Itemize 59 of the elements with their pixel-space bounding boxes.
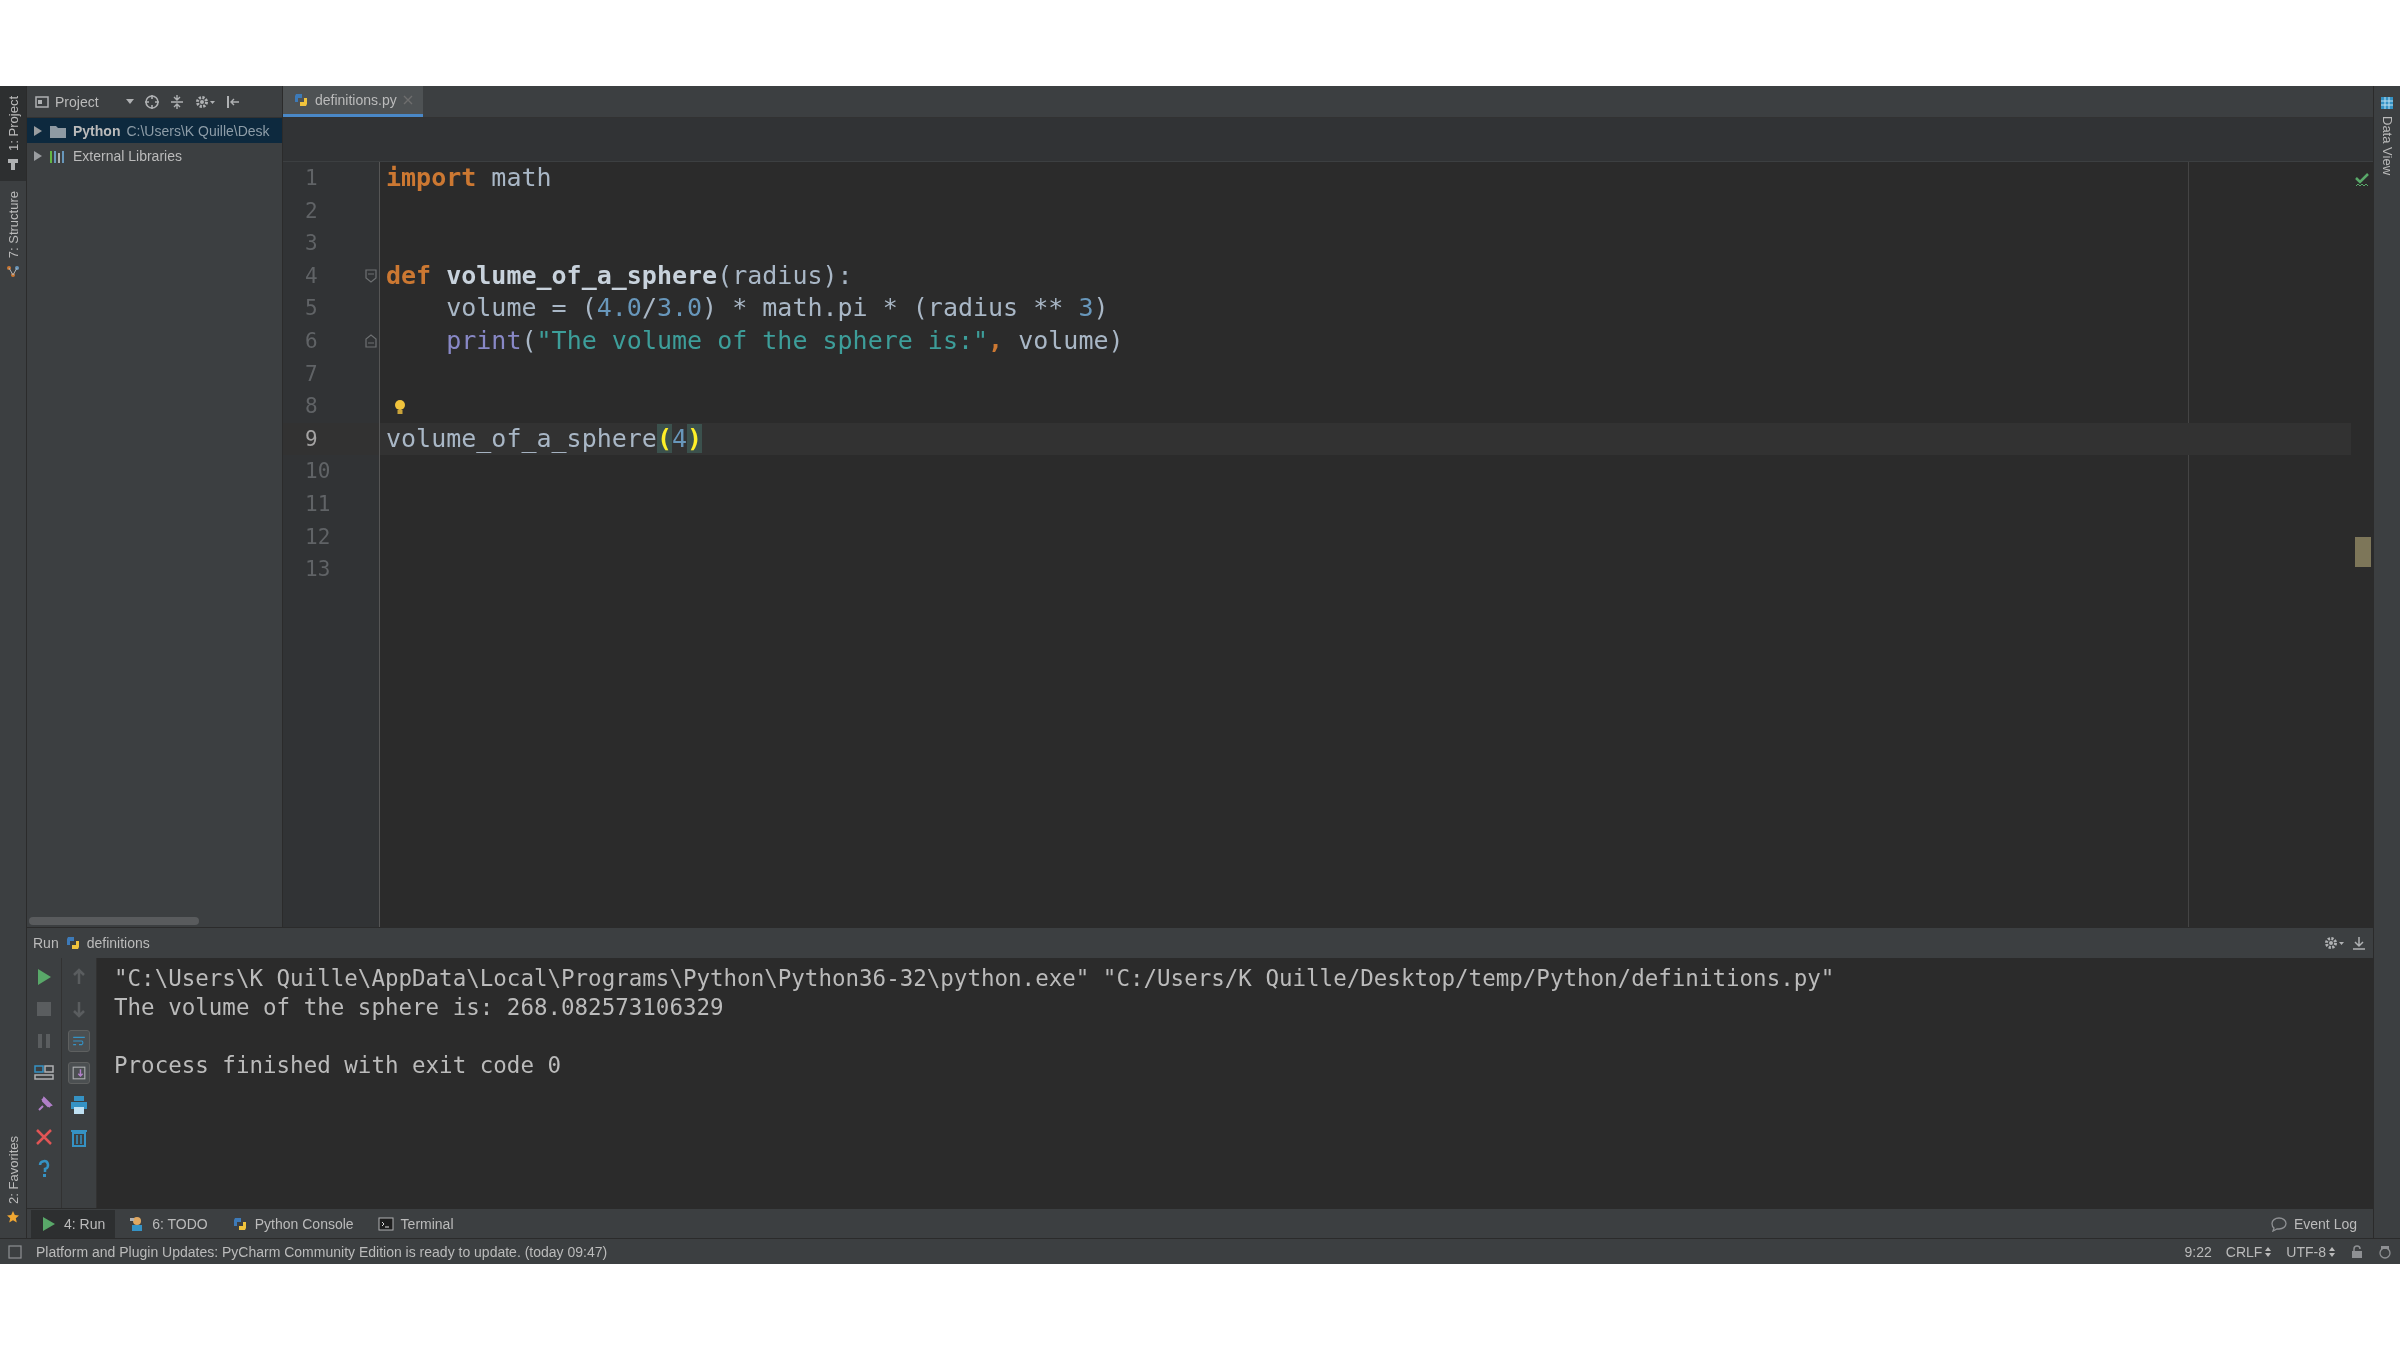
- fold-marker-icon[interactable]: [365, 268, 377, 283]
- encoding-selector[interactable]: UTF-8: [2286, 1243, 2336, 1260]
- tree-label: Python: [73, 122, 121, 139]
- grid-icon: [2380, 96, 2394, 110]
- line-separator-selector[interactable]: CRLF: [2225, 1243, 2273, 1260]
- tool-tab[interactable]: Python Console: [221, 1209, 364, 1238]
- tool-tab[interactable]: Terminal: [367, 1209, 464, 1238]
- hide-panel-icon[interactable]: [224, 93, 241, 110]
- check-icon: [2354, 172, 2370, 188]
- code-line[interactable]: def volume_of_a_sphere(radius):: [380, 259, 2351, 293]
- code-line[interactable]: volume = (4.0/3.0) * math.pi * (radius ** 3): [380, 292, 2351, 325]
- collapse-icon[interactable]: [168, 93, 185, 110]
- python-icon: [231, 1215, 248, 1232]
- target-icon[interactable]: [143, 93, 160, 110]
- tree-path: C:\Users\K Quille\Desk: [126, 122, 270, 139]
- tool-tab[interactable]: 4: Run: [31, 1209, 116, 1238]
- tool-window-tab[interactable]: 2: Favorites: [0, 1126, 26, 1234]
- tool-window-tab[interactable]: 1: Project: [0, 86, 26, 181]
- line-number: 9: [305, 426, 318, 451]
- fold-marker-icon[interactable]: [365, 333, 377, 348]
- panel-title: Run: [33, 935, 59, 952]
- tree-row[interactable]: Python C:\Users\K Quille\Desk: [27, 118, 282, 143]
- expand-arrow-icon[interactable]: [33, 124, 43, 137]
- caret-position[interactable]: 9:22: [2184, 1243, 2212, 1260]
- scroll-marker: [2355, 537, 2371, 567]
- output-line: The volume of the sphere is: 268.082573106329: [114, 993, 725, 1023]
- python-icon: [64, 935, 81, 952]
- code-line[interactable]: print("The volume of the sphere is:", volume): [380, 324, 2351, 358]
- event-log-button[interactable]: Event Log: [2263, 1214, 2363, 1233]
- tree-label: External Libraries: [73, 147, 182, 164]
- structure-icon: [6, 264, 20, 279]
- status-message: Platform and Plugin Updates: PyCharm Community Edition is ready to update. (today 09:47): [36, 1243, 609, 1260]
- print-icon[interactable]: [68, 1094, 90, 1117]
- tool-tab[interactable]: 6: TODO: [119, 1209, 218, 1238]
- up-down-arrow-icon: [2328, 1245, 2336, 1258]
- terminal-icon: [377, 1215, 394, 1232]
- speech-bubble-icon: [2269, 1215, 2288, 1232]
- code-line[interactable]: import math: [380, 162, 2351, 195]
- expand-arrow-icon[interactable]: [33, 149, 43, 162]
- up-down-arrow-icon: [2264, 1245, 2273, 1258]
- exit-message: Process finished with exit code 0: [114, 1051, 563, 1081]
- command-line: "C:\Users\K Quille\AppData\Local\Programs\Python\Python36-32\python.exe" "C:/Users/K Quille/Desktop/temp/Python/definitions.py": [114, 964, 1836, 994]
- run-config-name: definitions: [86, 935, 150, 952]
- lock-icon[interactable]: [2350, 1244, 2364, 1259]
- settings-icon[interactable]: [2323, 935, 2345, 952]
- project-view-selector[interactable]: Project: [35, 93, 135, 110]
- soft-wrap-icon[interactable]: [68, 1030, 90, 1053]
- dropdown-icon: [124, 98, 135, 105]
- settings-icon[interactable]: [193, 93, 216, 110]
- run-icon: [41, 1215, 57, 1232]
- star-icon: [6, 1210, 20, 1224]
- scrollbar[interactable]: [29, 917, 199, 926]
- scroll-to-end-icon[interactable]: [68, 1062, 90, 1085]
- file-tab[interactable]: definitions.py: [283, 86, 423, 117]
- tree-row[interactable]: External Libraries: [27, 143, 282, 168]
- hide-panel-icon[interactable]: [2351, 935, 2367, 952]
- tool-window-tab[interactable]: Data View: [2374, 86, 2400, 185]
- tool-window-tab[interactable]: 7: Structure: [0, 180, 26, 289]
- python-icon: [293, 92, 309, 108]
